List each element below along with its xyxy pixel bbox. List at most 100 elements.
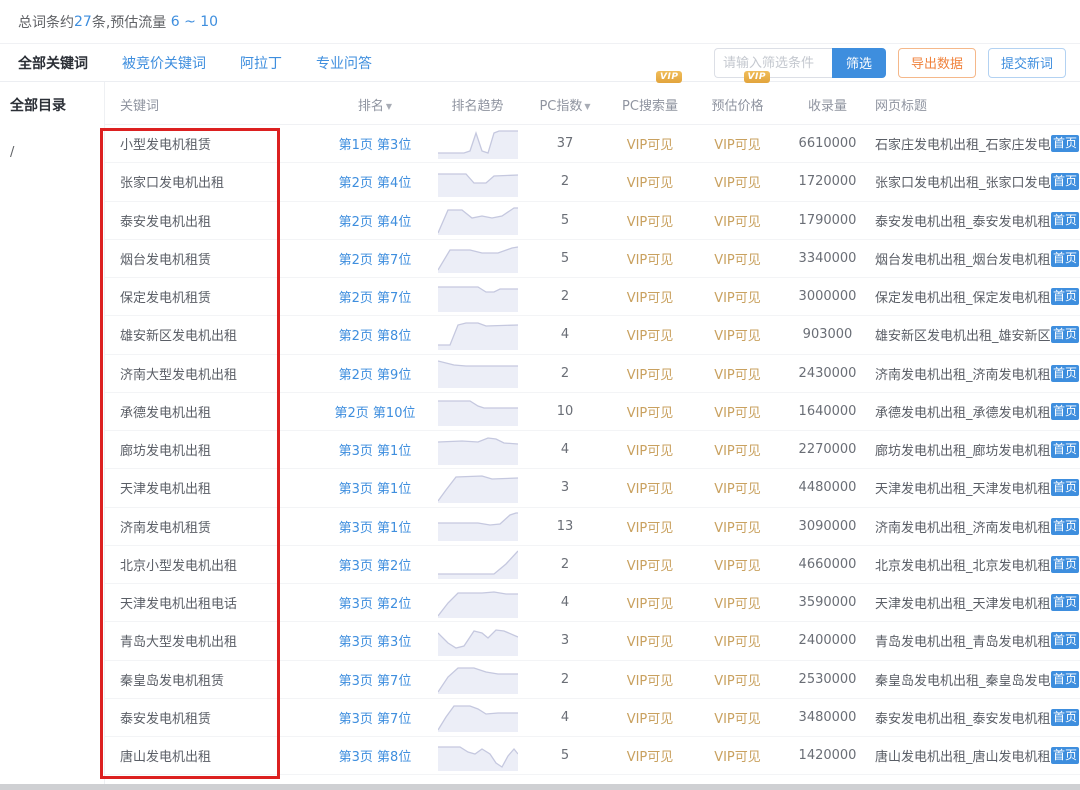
trend-sparkline-chart <box>438 741 518 771</box>
rank-link[interactable]: 第2页 第7位 <box>320 287 430 306</box>
keyword-text: 北京小型发电机出租 <box>105 555 320 574</box>
trend-cell <box>430 549 525 579</box>
keyword-text: 雄安新区发电机出租 <box>105 325 320 344</box>
rank-link[interactable]: 第3页 第1位 <box>320 440 430 459</box>
home-page-badge[interactable]: 首页 <box>1051 326 1079 343</box>
keyword-text: 济南大型发电机出租 <box>105 364 320 383</box>
home-page-badge[interactable]: 首页 <box>1051 365 1079 382</box>
rank-link[interactable]: 第3页 第7位 <box>320 670 430 689</box>
page-title-cell: 泰安发电机出租_泰安发电机租赁首页 <box>875 708 1080 727</box>
rank-link[interactable]: 第3页 第8位 <box>320 746 430 765</box>
page-title-text: 廊坊发电机出租_廊坊发电机租赁 <box>875 440 1051 459</box>
inclusion-value: 6610000 <box>780 136 875 151</box>
rank-link[interactable]: 第2页 第10位 <box>320 402 430 421</box>
keyword-text: 保定发电机租赁 <box>105 287 320 306</box>
col-rank-sortable[interactable]: 排名▼ <box>320 95 430 114</box>
home-page-badge[interactable]: 首页 <box>1051 441 1079 458</box>
col-pc-index-sortable[interactable]: PC指数▼ <box>525 95 605 114</box>
home-page-badge[interactable]: 首页 <box>1051 747 1079 764</box>
col-inclusion-volume: 收录量 <box>780 95 875 114</box>
rank-link[interactable]: 第1页 第3位 <box>320 134 430 153</box>
pc-index-value: 2 <box>525 174 605 189</box>
keyword-text: 秦皇岛发电机租赁 <box>105 670 320 689</box>
page-title-text: 石家庄发电机出租_石家庄发电机 <box>875 134 1051 153</box>
home-page-badge[interactable]: 首页 <box>1051 250 1079 267</box>
vip-badge-icon: VIP <box>656 71 682 83</box>
trend-sparkline-chart <box>438 320 518 350</box>
sidebar-title: 全部目录 <box>10 95 104 115</box>
home-page-badge[interactable]: 首页 <box>1051 709 1079 726</box>
rank-link[interactable]: 第2页 第8位 <box>320 325 430 344</box>
page-title-text: 泰安发电机出租_泰安发电机租赁 <box>875 211 1051 230</box>
table-row: 济南大型发电机出租第2页 第9位2VIP可见VIP可见2430000济南发电机出… <box>105 355 1080 393</box>
rank-link[interactable]: 第3页 第1位 <box>320 478 430 497</box>
submit-new-words-button[interactable]: 提交新词 <box>988 48 1066 78</box>
price-vip-text: VIP可见 <box>695 211 780 230</box>
summary-bar: 总词条约27条,预估流量 6 ~ 10 <box>0 0 1080 44</box>
trend-sparkline-chart <box>438 129 518 159</box>
page-title-cell: 唐山发电机出租_唐山发电机租赁首页 <box>875 746 1080 765</box>
pc-search-vip-text: VIP可见 <box>605 478 695 497</box>
rank-link[interactable]: 第2页 第4位 <box>320 211 430 230</box>
home-page-badge[interactable]: 首页 <box>1051 671 1079 688</box>
tab-aladdin[interactable]: 阿拉丁 <box>240 53 282 73</box>
home-page-badge[interactable]: 首页 <box>1051 479 1079 496</box>
keyword-text: 张家口发电机出租 <box>105 172 320 191</box>
pc-search-vip-text: VIP可见 <box>605 631 695 650</box>
export-data-button[interactable]: 导出数据 <box>898 48 976 78</box>
inclusion-value: 2530000 <box>780 672 875 687</box>
home-page-badge[interactable]: 首页 <box>1051 288 1079 305</box>
home-page-badge[interactable]: 首页 <box>1051 556 1079 573</box>
page-title-text: 天津发电机出租_天津发电机租赁 <box>875 478 1051 497</box>
tab-bid-keywords[interactable]: 被竞价关键词 <box>122 53 206 73</box>
pc-search-vip-text: VIP可见 <box>605 517 695 536</box>
home-page-badge[interactable]: 首页 <box>1051 135 1079 152</box>
price-vip-text: VIP可见 <box>695 631 780 650</box>
rank-link[interactable]: 第2页 第4位 <box>320 172 430 191</box>
home-page-badge[interactable]: 首页 <box>1051 403 1079 420</box>
tab-qa[interactable]: 专业问答 <box>316 53 372 73</box>
rank-link[interactable]: 第2页 第9位 <box>320 364 430 383</box>
pc-index-value: 5 <box>525 748 605 763</box>
home-page-badge[interactable]: 首页 <box>1051 212 1079 229</box>
price-vip-text: VIP可见 <box>695 708 780 727</box>
keyword-text: 泰安发电机租赁 <box>105 708 320 727</box>
summary-count: 27 <box>74 14 92 30</box>
tab-all-keywords[interactable]: 全部关键词 <box>18 53 88 73</box>
rank-link[interactable]: 第3页 第1位 <box>320 517 430 536</box>
trend-cell <box>430 320 525 350</box>
home-page-badge[interactable]: 首页 <box>1051 594 1079 611</box>
keyword-text: 小型发电机租赁 <box>105 134 320 153</box>
table-row: 泰安发电机出租第2页 第4位5VIP可见VIP可见1790000泰安发电机出租_… <box>105 202 1080 240</box>
home-page-badge[interactable]: 首页 <box>1051 632 1079 649</box>
home-page-badge[interactable]: 首页 <box>1051 518 1079 535</box>
sidebar-item-root[interactable]: / <box>10 145 104 160</box>
pc-search-vip-text: VIP可见 <box>605 670 695 689</box>
trend-cell <box>430 473 525 503</box>
home-page-badge[interactable]: 首页 <box>1051 173 1079 190</box>
inclusion-value: 2430000 <box>780 366 875 381</box>
page-title-text: 泰安发电机出租_泰安发电机租赁 <box>875 708 1051 727</box>
rank-link[interactable]: 第3页 第2位 <box>320 593 430 612</box>
pc-index-value: 2 <box>525 672 605 687</box>
price-vip-text: VIP可见 <box>695 555 780 574</box>
rank-link[interactable]: 第2页 第7位 <box>320 249 430 268</box>
table-row: 唐山发电机出租第3页 第8位5VIP可见VIP可见1420000唐山发电机出租_… <box>105 737 1080 775</box>
filter-input[interactable] <box>714 48 832 78</box>
keyword-text: 唐山发电机出租 <box>105 746 320 765</box>
filter-button[interactable]: 筛选 <box>832 48 886 78</box>
trend-sparkline-chart <box>438 473 518 503</box>
page-title-cell: 烟台发电机出租_烟台发电机租赁首页 <box>875 249 1080 268</box>
price-vip-text: VIP可见 <box>695 402 780 421</box>
rank-link[interactable]: 第3页 第2位 <box>320 555 430 574</box>
page-title-cell: 济南发电机出租_济南发电机租赁首页 <box>875 364 1080 383</box>
trend-sparkline-chart <box>438 282 518 312</box>
pc-search-vip-text: VIP可见 <box>605 249 695 268</box>
rank-link[interactable]: 第3页 第7位 <box>320 708 430 727</box>
table-row: 秦皇岛发电机租赁第3页 第7位2VIP可见VIP可见2530000秦皇岛发电机出… <box>105 661 1080 699</box>
keyword-text: 青岛大型发电机出租 <box>105 631 320 650</box>
page-title-cell: 济南发电机出租_济南发电机租赁首页 <box>875 517 1080 536</box>
rank-link[interactable]: 第3页 第3位 <box>320 631 430 650</box>
price-vip-text: VIP可见 <box>695 249 780 268</box>
pc-search-vip-text: VIP可见 <box>605 593 695 612</box>
